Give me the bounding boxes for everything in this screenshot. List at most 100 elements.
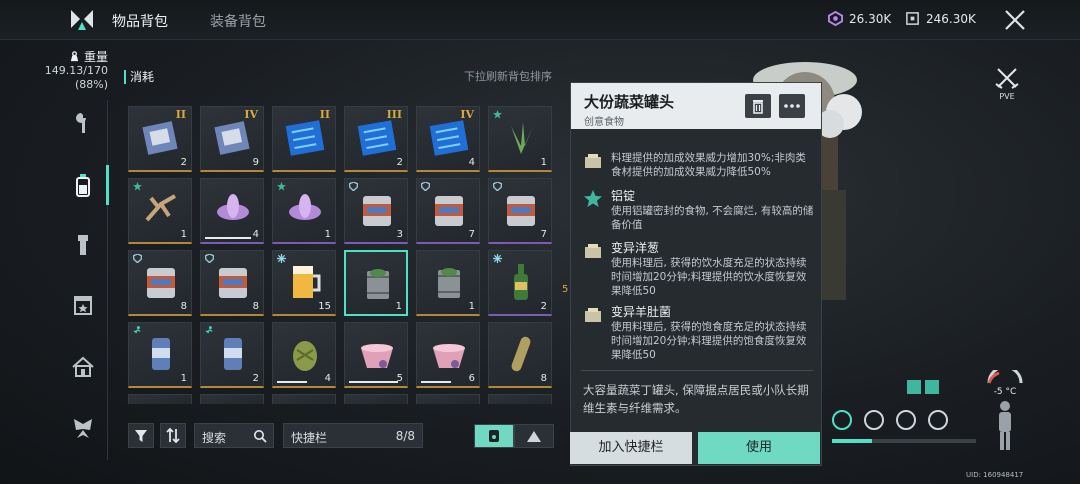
weight-label-text: 重量 [83,50,108,64]
discard-button[interactable] [745,94,771,118]
item-count: 15 [318,301,331,312]
tent-icon [527,431,541,442]
close-icon[interactable] [1002,7,1028,33]
flashlight-icon[interactable] [70,232,96,258]
run-badge-icon [133,326,141,334]
inventory-slot-selected[interactable]: 1 [344,250,408,316]
item-count: 8 [180,301,187,312]
inventory-slot[interactable]: 8 [128,250,192,316]
trash-icon [753,100,763,114]
add-to-quickbar-button[interactable]: 加入快捷栏 [570,432,692,464]
durability-bar [277,381,307,383]
inventory-slot[interactable]: 15 [272,250,336,316]
inventory-slot-partial[interactable] [200,394,264,404]
use-button[interactable]: 使用 [698,432,820,464]
effect-morel-title: 变异羊肚菌 [611,305,672,319]
more-options-button[interactable] [779,94,805,118]
snow-badge-icon [493,254,502,263]
item-count: 1 [180,373,187,384]
temperature-value: -5 °C [993,387,1017,397]
can-d-icon [147,268,175,298]
tab-item-bag[interactable]: 物品背包 [112,11,168,31]
inventory-slot[interactable]: 8 [200,250,264,316]
inventory-slot[interactable]: 7 [416,178,480,244]
item-count: 8 [252,301,259,312]
calendar-icon[interactable] [70,292,96,318]
inventory-slot[interactable]: 2 [488,250,552,316]
quickbar-button[interactable]: 快捷栏 8/8 [283,423,423,448]
effect-onion-desc: 使用料理后, 获得的饮水度充足的状态持续时间增加20分钟;料理提供的饮水度恢复效… [611,257,807,297]
crate-icon [585,244,601,258]
mood-status-icon [864,410,884,430]
inventory-slot[interactable]: 3 [344,178,408,244]
shield-badge-icon [133,254,142,263]
status-bar [832,439,976,443]
inventory-slot[interactable]: IV 4 [416,106,480,172]
currency-token-value: 246.30K [926,11,976,26]
inventory-slot-partial[interactable] [488,394,552,404]
item-type: 创意食物 [584,117,624,128]
view-toggle [474,424,554,448]
quickbar-label: 快捷栏 [291,431,328,445]
item-count: 7 [468,229,475,240]
butterfly-icon[interactable] [70,416,96,442]
inventory-slot[interactable]: II 2 [128,106,192,172]
inventory-slot[interactable]: 1 [488,106,552,172]
pinecone-icon [293,341,317,371]
more-icon [784,104,800,108]
crate-icon [585,154,601,168]
tab-equipment-bag[interactable]: 装备背包 [210,11,266,31]
search-input[interactable]: 搜索 [194,423,274,448]
toggle-camp-view[interactable] [514,424,554,448]
weight-value: 149.13/170 [44,64,108,77]
inventory-slot-partial[interactable] [416,394,480,404]
inventory-slot[interactable]: 1 [416,250,480,316]
lotus-flower-b-icon [289,194,321,220]
wine-bottle-icon [514,264,528,300]
beer-mug-icon [293,266,321,298]
inventory-slot-partial[interactable] [272,394,336,404]
inventory-slot[interactable]: 5 [344,322,408,388]
chip-card-b-icon [357,120,397,156]
wrench-icon[interactable] [70,110,96,136]
currency-crystal-value: 26.30K [849,11,892,26]
item-count: 1 [180,229,187,240]
inventory-slot[interactable]: 1 [272,178,336,244]
inventory-slot[interactable]: II [272,106,336,172]
inventory-slot[interactable]: 7 [488,178,552,244]
durability-bar [421,381,451,383]
buff-icon [907,380,921,394]
bottle-icon[interactable] [70,172,96,198]
inventory-grid: II 2 IV 9 II III 2 IV 4 1 1 4 1 3 7 7 8 8 15 1 1 2 1 2 4 5 6 8 [128,106,552,396]
inventory-slot-partial[interactable] [344,394,408,404]
inventory-slot[interactable]: 1 [128,178,192,244]
can-a-icon [363,196,391,226]
inventory-slot[interactable]: 6 [416,322,480,388]
home-icon[interactable] [70,354,96,380]
toggle-bag-view[interactable] [474,424,514,448]
sort-button[interactable] [160,423,186,448]
weight-label: 重量 [30,50,108,64]
item-tier: IV [460,108,474,121]
inventory-slot[interactable]: 8 [488,322,552,388]
uid-label: UID: 160948417 [966,471,1024,479]
buff-icons [907,380,939,394]
inventory-slot[interactable]: 1 [128,322,192,388]
crystal-icon [828,11,843,26]
category-sidebar [58,100,108,460]
can-b-icon [435,196,463,226]
pve-mode[interactable]: PVE [994,66,1020,101]
item-count: 1 [540,157,547,168]
pve-label: PVE [999,92,1015,101]
energy-can-b-icon [224,338,242,370]
inventory-slot[interactable]: 4 [200,178,264,244]
inventory-slot[interactable]: IV 9 [200,106,264,172]
inventory-slot[interactable]: III 2 [344,106,408,172]
item-count: 2 [396,157,403,168]
inventory-slot[interactable]: 2 [200,322,264,388]
weight-icon [70,51,79,62]
inventory-slot-partial[interactable] [128,394,192,404]
weight-info: 重量 149.13/170 (88%) [30,50,108,92]
filter-button[interactable] [128,423,154,448]
inventory-slot[interactable]: 4 [272,322,336,388]
